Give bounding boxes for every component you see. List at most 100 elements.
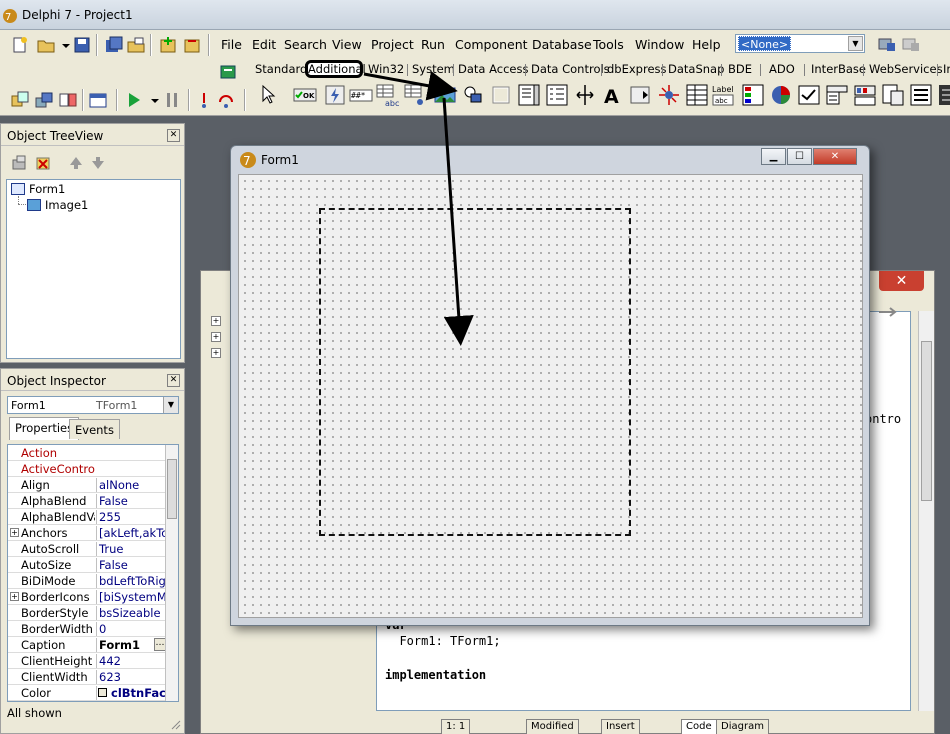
tab-datasnap[interactable]: DataSnap <box>668 62 724 76</box>
property-value[interactable]: bsSizeable <box>96 606 166 620</box>
close-icon[interactable]: ✕ <box>167 129 180 142</box>
property-row[interactable]: AutoSize False <box>8 557 166 573</box>
view-form-list-icon[interactable] <box>10 90 30 110</box>
property-row[interactable]: BiDiMode bdLeftToRight <box>8 573 166 589</box>
property-row[interactable]: ColorclBtnFace <box>8 685 166 701</box>
labelededit-icon[interactable]: Label abc <box>711 83 735 107</box>
valuelisteditor-icon[interactable] <box>685 83 709 107</box>
popupactionbar-icon[interactable] <box>909 83 933 107</box>
tab-diagram[interactable]: Diagram <box>716 719 769 734</box>
property-value[interactable]: 255 <box>96 510 166 524</box>
new-form-icon[interactable] <box>88 90 108 110</box>
chevron-down-icon[interactable]: ▼ <box>163 397 178 413</box>
menu-tools[interactable]: Tools <box>593 37 624 52</box>
scrollbar[interactable] <box>918 311 934 711</box>
tab-more[interactable]: In <box>943 62 950 76</box>
open-project-icon[interactable] <box>126 35 146 55</box>
tree-item-image1[interactable]: Image1 <box>27 198 88 212</box>
property-row[interactable]: Align alNone <box>8 477 166 493</box>
pointer-icon[interactable] <box>255 83 279 107</box>
debug-desktop-icon[interactable] <box>901 35 921 55</box>
form-canvas[interactable] <box>238 174 863 618</box>
tab-data-access[interactable]: Data Access <box>458 62 528 76</box>
object-selector[interactable]: Form1 TForm1 ▼ <box>7 396 179 414</box>
tab-system[interactable]: System <box>412 62 455 76</box>
trace-into-icon[interactable] <box>194 90 214 110</box>
close-icon[interactable]: ✕ <box>879 271 924 291</box>
close-button[interactable]: ✕ <box>813 148 857 165</box>
step-over-icon[interactable] <box>216 90 236 110</box>
tab-standard[interactable]: Standard <box>255 62 307 76</box>
expand-icon[interactable]: + <box>10 592 19 601</box>
new-item-icon[interactable] <box>11 154 29 172</box>
property-row[interactable]: AlphaBlendValu255 <box>8 509 166 525</box>
chevron-down-icon[interactable]: ▼ <box>848 36 863 51</box>
view-unit-icon[interactable] <box>218 62 238 82</box>
property-value[interactable]: 0 <box>96 622 166 636</box>
tab-webservices[interactable]: WebServices <box>869 62 943 76</box>
maskedit-icon[interactable]: ##* <box>349 83 373 107</box>
chart-icon[interactable] <box>769 83 793 107</box>
move-up-icon[interactable] <box>67 154 85 172</box>
view-unit-list-icon[interactable] <box>34 90 54 110</box>
run-icon[interactable] <box>124 90 144 110</box>
forward-arrow-icon[interactable] <box>877 305 907 319</box>
expand-icon[interactable]: + <box>211 348 221 358</box>
tab-additional[interactable]: Additional <box>305 60 366 78</box>
property-row[interactable]: Caption Form1… <box>8 637 166 653</box>
controlbar-icon[interactable] <box>629 83 653 107</box>
actionmainmenubar-icon[interactable] <box>825 83 849 107</box>
save-desktop-icon[interactable] <box>877 35 897 55</box>
property-value[interactable]: alNone <box>96 478 166 492</box>
property-row[interactable]: +BorderIcons [biSystemMen <box>8 589 166 605</box>
menu-search[interactable]: Search <box>284 37 327 52</box>
new-icon[interactable] <box>10 35 30 55</box>
toggle-form-unit-icon[interactable] <box>58 90 78 110</box>
scrollbar-thumb[interactable] <box>167 459 177 519</box>
property-value[interactable]: [biSystemMen <box>96 590 166 604</box>
maximize-button[interactable]: ☐ <box>787 148 812 165</box>
property-row[interactable]: AlphaBlend False <box>8 493 166 509</box>
property-row[interactable]: BorderStyle bsSizeable <box>8 605 166 621</box>
save-icon[interactable] <box>72 35 92 55</box>
tab-dbexpress[interactable]: dbExpress <box>607 62 667 76</box>
scrollbar-thumb[interactable] <box>921 341 932 501</box>
expand-icon[interactable]: + <box>211 316 221 326</box>
property-value[interactable]: True <box>96 542 166 556</box>
palette-more-icon[interactable] <box>937 83 950 107</box>
open-icon[interactable] <box>36 35 56 55</box>
menu-project[interactable]: Project <box>371 37 414 52</box>
bitbtn-icon[interactable]: OK <box>293 83 317 107</box>
pause-icon[interactable] <box>162 90 182 110</box>
open-dropdown-icon[interactable] <box>56 35 70 55</box>
remove-from-project-icon[interactable] <box>182 35 202 55</box>
property-value[interactable]: False <box>96 558 166 572</box>
property-row[interactable]: ActiveControl <box>8 461 166 477</box>
splitter-icon[interactable] <box>573 83 597 107</box>
menu-run[interactable]: Run <box>421 37 445 52</box>
menu-file[interactable]: File <box>221 37 242 52</box>
tab-win32[interactable]: Win32 <box>368 62 404 76</box>
scrollbar[interactable] <box>165 445 178 701</box>
menu-database[interactable]: Database <box>532 37 592 52</box>
expand-icon[interactable]: + <box>211 332 221 342</box>
menu-window[interactable]: Window <box>635 37 684 52</box>
stringgrid-icon[interactable]: abc <box>375 83 399 108</box>
form-designer-window[interactable]: 7 Form1 ▁ ☐ ✕ <box>230 145 870 626</box>
property-row[interactable]: ClientWidth 623 <box>8 669 166 685</box>
actiontoolbar-icon[interactable] <box>853 83 877 107</box>
property-value[interactable]: False <box>96 494 166 508</box>
tab-interbase[interactable]: InterBase <box>811 62 866 76</box>
property-row[interactable]: +Anchors [akLeft,akTop <box>8 525 166 541</box>
add-to-project-icon[interactable] <box>158 35 178 55</box>
drawgrid-icon[interactable] <box>403 83 427 107</box>
menu-view[interactable]: View <box>332 37 362 52</box>
actionmanager-icon[interactable] <box>797 83 821 107</box>
property-row[interactable]: ClientHeight 442 <box>8 653 166 669</box>
property-value[interactable]: 442 <box>96 654 166 668</box>
property-value[interactable]: [akLeft,akTop <box>96 526 166 540</box>
customizedlg-icon[interactable] <box>881 83 905 107</box>
menu-edit[interactable]: Edit <box>252 37 276 52</box>
desktop-config-select[interactable]: <None> ▼ <box>735 34 865 53</box>
property-value[interactable]: 623 <box>96 670 166 684</box>
